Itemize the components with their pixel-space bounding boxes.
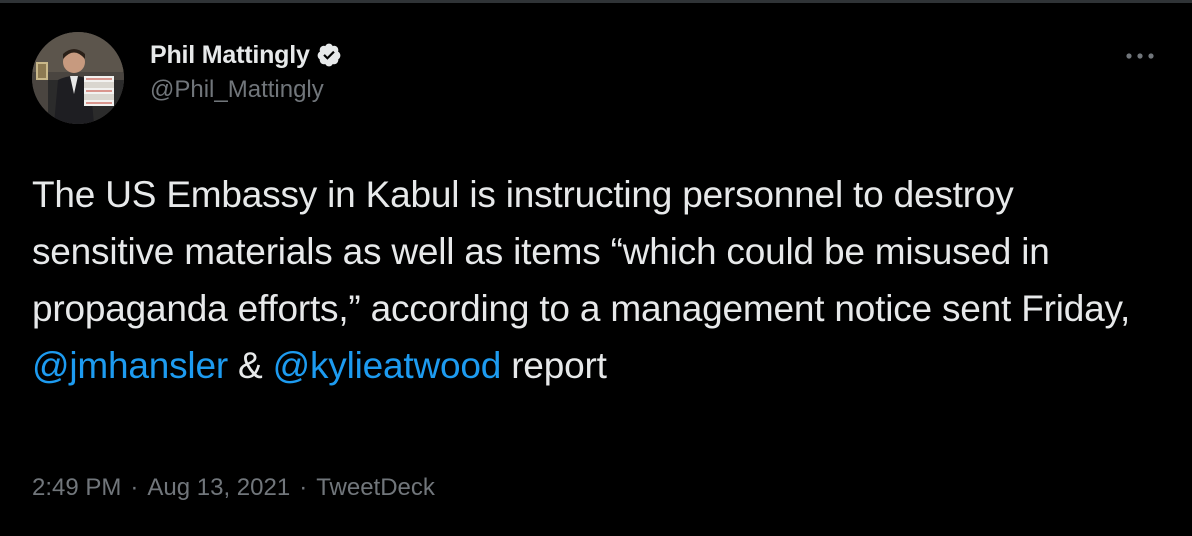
tweet-text-part: The US Embassy in Kabul is instructing p… [32,174,1131,329]
mention-link-jmhansler[interactable]: @jmhansler [32,345,228,386]
tweet-metadata: 2:49 PM · Aug 13, 2021 · TweetDeck [32,474,435,502]
name-row: Phil Mattingly [150,38,342,72]
tweet-source[interactable]: TweetDeck [316,474,435,502]
more-options-icon [1126,53,1154,59]
tweet-card: Phil Mattingly @Phil_Mattingly The US Em… [0,0,1192,536]
avatar-photo [32,32,124,124]
handle[interactable]: @Phil_Mattingly [150,76,342,104]
separator: · [130,474,139,501]
separator: · [299,474,308,501]
mention-link-kylieatwood[interactable]: @kylieatwood [273,345,502,386]
tweet-text: The US Embassy in Kabul is instructing p… [32,166,1162,394]
tweet-date[interactable]: Aug 13, 2021 [147,474,290,502]
avatar[interactable] [32,32,124,124]
more-options-button[interactable] [1122,40,1158,72]
tweet-text-part: report [501,345,607,386]
tweet-text-part: & [227,345,273,386]
author-info[interactable]: Phil Mattingly @Phil_Mattingly [150,38,342,104]
tweet-time[interactable]: 2:49 PM [32,474,121,502]
display-name[interactable]: Phil Mattingly [150,41,310,70]
verified-badge-icon [316,42,342,68]
